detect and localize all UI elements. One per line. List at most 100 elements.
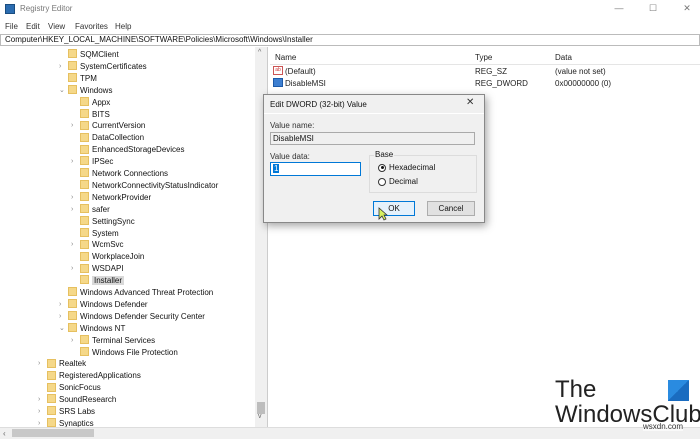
tree-item[interactable]: RegisteredApplications — [47, 370, 141, 382]
dialog-close-button[interactable]: ✕ — [466, 97, 474, 108]
cancel-button[interactable]: Cancel — [427, 201, 475, 216]
menu-favorites[interactable]: Favorites — [75, 22, 108, 31]
tree-item[interactable]: › NetworkProvider — [71, 192, 151, 204]
radio-selected-icon[interactable] — [378, 163, 386, 172]
tree-item[interactable]: EnhancedStorageDevices — [80, 144, 185, 156]
value-name[interactable]: DisableMSI — [285, 79, 326, 88]
value-name[interactable]: (Default) — [285, 67, 316, 76]
tree-item[interactable]: › Realtek — [38, 358, 86, 370]
tree-item[interactable]: ⌄ Windows — [59, 85, 112, 97]
tree-item-label: Windows Defender Security Center — [80, 311, 205, 321]
tree-item[interactable]: Appx — [80, 96, 110, 109]
radio-hexadecimal[interactable]: Hexadecimal — [378, 163, 435, 172]
scroll-down-icon[interactable]: v — [258, 413, 262, 420]
tree-item[interactable]: › Synaptics — [38, 418, 94, 427]
tree-item-label: WSDAPI — [92, 264, 124, 274]
folder-icon — [80, 334, 89, 344]
minimize-button[interactable]: — — [604, 3, 634, 15]
menu-edit[interactable]: Edit — [26, 22, 40, 31]
tree-scroll-thumb[interactable] — [257, 402, 265, 414]
tree-item[interactable]: SonicFocus — [47, 382, 101, 394]
tree-item-label: System — [92, 228, 119, 238]
folder-icon — [80, 144, 89, 154]
expand-chevron-icon[interactable]: › — [71, 263, 73, 275]
expand-chevron-icon[interactable]: › — [59, 299, 61, 311]
close-button[interactable]: ✕ — [672, 3, 700, 15]
tree-item[interactable]: Installer — [80, 275, 125, 287]
tree-item[interactable]: Windows File Protection — [80, 346, 178, 359]
tree-item-label: Windows Advanced Threat Protection — [80, 288, 214, 297]
tree-item-label: Installer — [92, 276, 125, 286]
folder-icon — [68, 299, 77, 309]
folder-icon — [47, 394, 56, 404]
menu-view[interactable]: View — [48, 22, 65, 31]
tree-item[interactable]: SettingSync — [80, 215, 135, 228]
menu-file[interactable]: File — [5, 22, 18, 31]
tree-item[interactable]: Windows Advanced Threat Protection — [68, 287, 213, 299]
tree-item[interactable]: › SRS Labs — [38, 406, 95, 418]
collapse-chevron-icon[interactable]: ⌄ — [59, 323, 65, 335]
watermark-line1: The — [555, 376, 597, 403]
expand-chevron-icon[interactable]: › — [59, 311, 61, 323]
radio-unselected-icon[interactable] — [378, 177, 386, 186]
folder-icon — [68, 61, 77, 71]
tree-item[interactable]: › CurrentVersion — [71, 120, 145, 132]
radio-decimal[interactable]: Decimal — [378, 177, 418, 186]
tree-item[interactable]: › Windows Defender Security Center — [59, 311, 205, 323]
column-type[interactable]: Type — [475, 53, 492, 62]
folder-icon — [68, 85, 77, 95]
tree-item[interactable]: › WcmSvc — [71, 239, 124, 251]
expand-chevron-icon[interactable]: › — [59, 61, 61, 73]
tree-item[interactable]: › SystemCertificates — [59, 61, 147, 73]
tree-item[interactable]: SQMClient — [68, 49, 119, 61]
title-bar: Registry Editor — ☐ ✕ — [0, 0, 700, 18]
tree-item[interactable]: Network Connections — [80, 168, 168, 180]
scroll-left-icon[interactable]: ‹ — [3, 429, 6, 438]
column-data[interactable]: Data — [555, 53, 572, 62]
value-name-field[interactable]: DisableMSI — [270, 132, 475, 145]
tree-item[interactable]: › Terminal Services — [71, 334, 155, 347]
value-data-input[interactable]: 1 — [270, 162, 361, 176]
tree-item[interactable]: ⌄ Windows NT — [59, 323, 125, 335]
value-data: (value not set) — [555, 67, 606, 76]
maximize-button[interactable]: ☐ — [638, 3, 668, 15]
menu-bar: File Edit View Favorites Help — [0, 18, 700, 34]
folder-icon — [80, 204, 89, 214]
tree-item[interactable]: DataCollection — [80, 132, 144, 144]
expand-chevron-icon[interactable]: › — [38, 406, 40, 418]
expand-chevron-icon[interactable]: › — [38, 358, 40, 370]
tree-item[interactable]: NetworkConnectivityStatusIndicator — [80, 180, 218, 192]
collapse-chevron-icon[interactable]: ⌄ — [59, 85, 65, 97]
expand-chevron-icon[interactable]: › — [71, 120, 73, 132]
tree-item[interactable]: WorkplaceJoin — [80, 251, 144, 263]
folder-icon — [68, 323, 77, 333]
horizontal-scroll-thumb[interactable] — [12, 429, 94, 437]
expand-chevron-icon[interactable]: › — [71, 204, 73, 216]
folder-icon — [80, 346, 89, 356]
tree-item[interactable]: BITS — [80, 108, 110, 121]
expand-chevron-icon[interactable]: › — [71, 192, 73, 204]
expand-chevron-icon[interactable]: › — [71, 239, 73, 251]
column-name[interactable]: Name — [275, 53, 296, 62]
hexadecimal-label: Hexadecimal — [389, 163, 436, 172]
tree-item[interactable]: › SoundResearch — [38, 394, 116, 406]
tree-item[interactable]: › safer — [71, 204, 110, 216]
tree-item[interactable]: › Windows Defender — [59, 299, 148, 311]
menu-help[interactable]: Help — [115, 22, 131, 31]
expand-chevron-icon[interactable]: › — [71, 156, 73, 168]
folder-icon — [47, 358, 56, 368]
address-bar[interactable]: Computer\HKEY_LOCAL_MACHINE\SOFTWARE\Pol… — [0, 34, 700, 46]
expand-chevron-icon[interactable]: › — [38, 418, 40, 427]
mouse-cursor-icon — [378, 207, 388, 221]
folder-icon — [80, 168, 89, 178]
tree-item[interactable]: TPM — [68, 73, 97, 85]
tree-item-label: EnhancedStorageDevices — [92, 145, 185, 155]
scroll-up-icon[interactable]: ^ — [258, 49, 261, 56]
folder-icon — [80, 156, 89, 166]
tree-item[interactable]: › WSDAPI — [71, 263, 124, 275]
folder-icon — [80, 192, 89, 202]
expand-chevron-icon[interactable]: › — [71, 335, 73, 347]
tree-item[interactable]: › IPSec — [71, 156, 113, 168]
tree-item[interactable]: System — [80, 227, 119, 240]
expand-chevron-icon[interactable]: › — [38, 394, 40, 406]
